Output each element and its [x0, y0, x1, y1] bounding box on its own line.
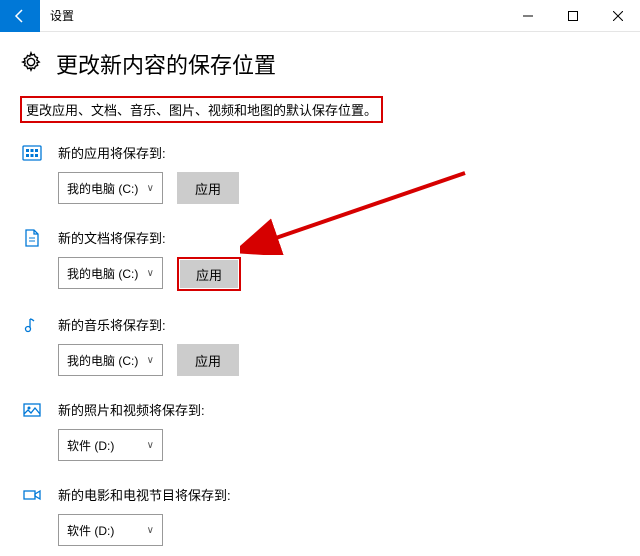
movies-location-value: 软件 (D:) — [67, 522, 114, 539]
apps-apply-button[interactable]: 应用 — [177, 172, 239, 204]
music-icon — [20, 315, 44, 339]
photo-icon — [20, 400, 44, 424]
page-description: 更改应用、文档、音乐、图片、视频和地图的默认保存位置。 — [20, 96, 383, 123]
chevron-down-icon: ∨ — [147, 525, 154, 536]
section-documents: 新的文档将保存到: 我的电脑 (C:) ∨ 应用 — [20, 220, 620, 301]
apps-location-value: 我的电脑 (C:) — [67, 180, 138, 197]
apps-location-dropdown[interactable]: 我的电脑 (C:) ∨ — [58, 172, 163, 204]
content-area: 更改新内容的保存位置 更改应用、文档、音乐、图片、视频和地图的默认保存位置。 新… — [0, 32, 640, 556]
video-icon — [20, 485, 44, 509]
page-header: 更改新内容的保存位置 — [20, 48, 620, 80]
gear-icon — [20, 51, 42, 78]
window-title: 设置 — [50, 7, 74, 24]
close-icon — [613, 11, 623, 21]
documents-label: 新的文档将保存到: — [58, 228, 620, 247]
arrow-left-icon — [12, 8, 28, 24]
documents-location-dropdown[interactable]: 我的电脑 (C:) ∨ — [58, 257, 163, 289]
maximize-icon — [568, 11, 578, 21]
photos-label: 新的照片和视频将保存到: — [58, 400, 620, 419]
page-title: 更改新内容的保存位置 — [56, 48, 276, 80]
section-music: 新的音乐将保存到: 我的电脑 (C:) ∨ 应用 — [20, 307, 620, 386]
close-button[interactable] — [595, 0, 640, 32]
titlebar: 设置 — [0, 0, 640, 32]
photos-location-dropdown[interactable]: 软件 (D:) ∨ — [58, 429, 163, 461]
chevron-down-icon: ∨ — [147, 440, 154, 451]
music-location-dropdown[interactable]: 我的电脑 (C:) ∨ — [58, 344, 163, 376]
documents-apply-button[interactable]: 应用 — [180, 260, 238, 288]
minimize-button[interactable] — [505, 0, 550, 32]
photos-location-value: 软件 (D:) — [67, 437, 114, 454]
chevron-down-icon: ∨ — [147, 268, 154, 279]
chevron-down-icon: ∨ — [147, 355, 154, 366]
documents-location-value: 我的电脑 (C:) — [67, 265, 138, 282]
movies-location-dropdown[interactable]: 软件 (D:) ∨ — [58, 514, 163, 546]
documents-apply-highlight: 应用 — [177, 257, 241, 291]
apps-label: 新的应用将保存到: — [58, 143, 620, 162]
minimize-icon — [523, 11, 533, 21]
back-button[interactable] — [0, 0, 40, 32]
chevron-down-icon: ∨ — [147, 183, 154, 194]
music-location-value: 我的电脑 (C:) — [67, 352, 138, 369]
maximize-button[interactable] — [550, 0, 595, 32]
document-icon — [20, 228, 44, 252]
music-label: 新的音乐将保存到: — [58, 315, 620, 334]
apps-icon — [20, 143, 44, 167]
section-apps: 新的应用将保存到: 我的电脑 (C:) ∨ 应用 — [20, 135, 620, 214]
movies-label: 新的电影和电视节目将保存到: — [58, 485, 620, 504]
section-movies: 新的电影和电视节目将保存到: 软件 (D:) ∨ — [20, 477, 620, 556]
section-photos: 新的照片和视频将保存到: 软件 (D:) ∨ — [20, 392, 620, 471]
window-controls — [505, 0, 640, 32]
music-apply-button[interactable]: 应用 — [177, 344, 239, 376]
